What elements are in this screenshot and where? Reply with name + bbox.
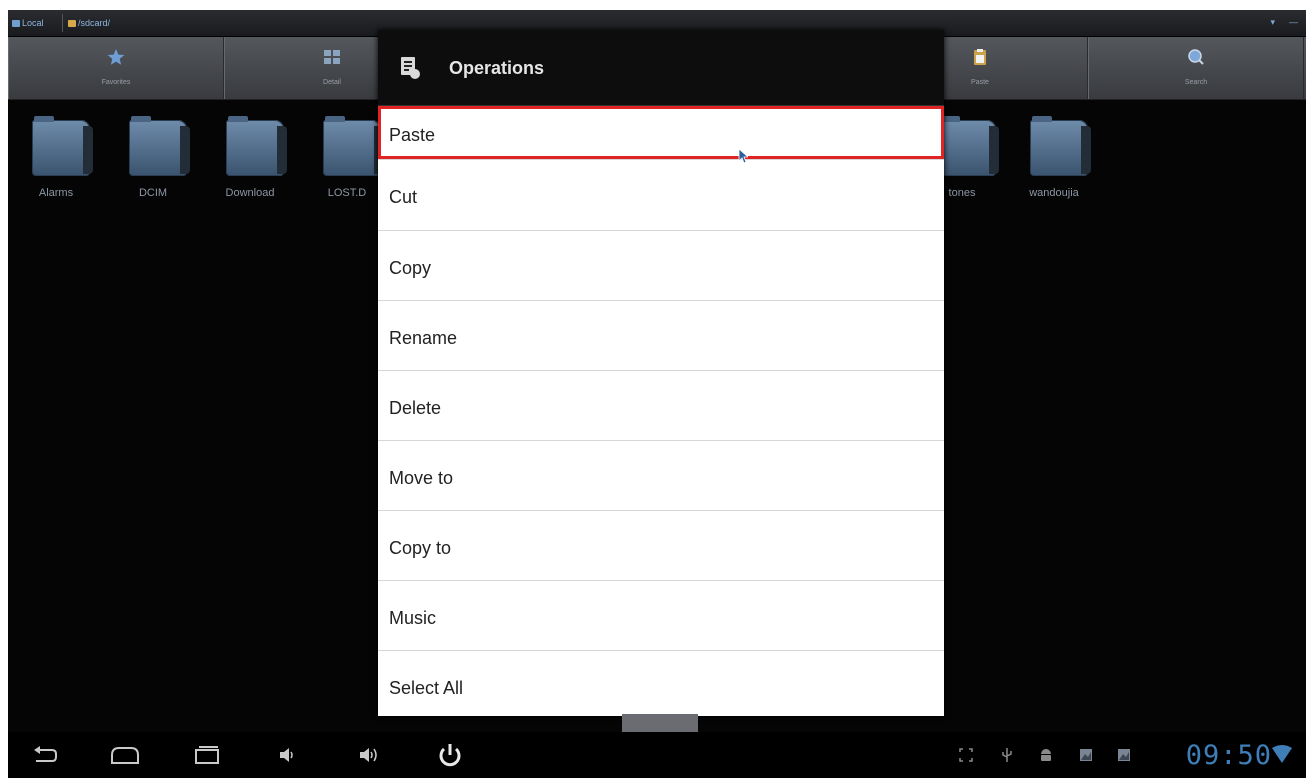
clipboard-icon [974,49,986,65]
folder-item[interactable]: DCIM [105,110,201,210]
menu-item-delete[interactable]: Delete [378,371,944,441]
back-icon [34,746,57,762]
volume-up-button[interactable] [358,740,382,770]
menu-item-label: Rename [389,328,458,348]
folder-icon [938,116,999,176]
power-icon [439,744,461,767]
status-clock: 09:50 [1185,740,1272,771]
screen: Local /sdcard/ ▾ — Favorites Detail Past… [8,10,1306,732]
menu-item-copy-to[interactable]: Copy to [378,511,944,581]
menu-item-label: Paste [389,125,436,145]
dialog-title: Operations [449,58,545,78]
menu-item-cut[interactable]: Cut [378,160,944,231]
operations-dialog: Operations Paste Cut Copy Rename Delete … [378,30,944,716]
volume-up-icon [360,748,377,762]
power-button[interactable] [436,740,464,770]
folder-name: DCIM [138,187,168,199]
navigation-bar: 09:50 [8,732,1306,778]
folder-icon [323,116,384,176]
breadcrumb-local-label: Local [22,18,44,28]
breadcrumb-divider [62,14,63,32]
folder-icon [129,116,190,176]
minimize-icon[interactable]: — [1289,17,1298,28]
scroll-handle[interactable] [622,714,698,732]
mouse-cursor-icon [738,148,748,164]
volume-down-button[interactable] [278,740,296,770]
operations-list: Paste Cut Copy Rename Delete Move to Cop… [378,106,944,716]
usb-icon [1000,740,1014,770]
menu-item-label: Select All [389,678,464,698]
menu-item-label: Cut [389,187,418,207]
folder-small-icon [68,19,76,27]
folder-icon [32,116,93,176]
screenshot-icon [958,740,974,770]
menu-item-copy[interactable]: Copy [378,231,944,301]
menu-item-music[interactable]: Music [378,581,944,651]
folder-item[interactable]: wandoujia [1006,110,1102,210]
folder-icon [226,116,287,176]
recent-apps-icon [195,746,219,764]
search-icon [1188,49,1204,65]
view-icon [324,50,340,64]
menu-item-paste[interactable]: Paste [378,106,944,160]
menu-item-move-to[interactable]: Move to [378,441,944,511]
dropdown-arrow-icon[interactable]: ▾ [1270,17,1275,28]
toolbar-favorites[interactable]: Favorites [8,37,224,99]
operations-icon [401,57,420,79]
star-icon [107,49,125,65]
breadcrumb-local[interactable]: Local [12,16,44,30]
path-bar-controls: ▾ — [1270,17,1298,28]
home-icon [111,747,139,764]
toolbar-favorites-label: Favorites [101,79,131,86]
menu-item-label: Copy to [389,538,452,558]
folder-name: wandoujia [1029,187,1079,199]
volume-down-icon [280,748,293,762]
recent-apps-button[interactable] [192,740,222,770]
menu-item-label: Delete [389,398,442,418]
home-button[interactable] [108,740,142,770]
folder-icon [1030,116,1091,176]
folder-item[interactable]: Download [202,110,298,210]
menu-item-select-all[interactable]: Select All [378,651,944,716]
breadcrumb-path[interactable]: /sdcard/ [68,16,110,30]
breadcrumb-path-label: /sdcard/ [78,18,111,28]
notification-image-icon [1116,740,1132,770]
menu-item-label: Move to [389,468,454,488]
wifi-icon [1270,740,1294,770]
notification-image-icon [1078,740,1094,770]
menu-item-rename[interactable]: Rename [378,301,944,371]
dialog-header: Operations [378,30,944,106]
android-debug-icon [1038,740,1054,770]
folder-item[interactable]: Alarms [8,110,104,210]
storage-icon [12,19,20,27]
menu-item-label: Music [389,608,437,628]
toolbar-search-label: Search [1184,79,1208,86]
menu-item-label: Copy [389,258,432,278]
back-button[interactable] [30,740,60,770]
folder-name: Alarms [38,187,74,199]
folder-name: Download [225,187,275,199]
toolbar-search[interactable]: Search [1088,37,1304,99]
